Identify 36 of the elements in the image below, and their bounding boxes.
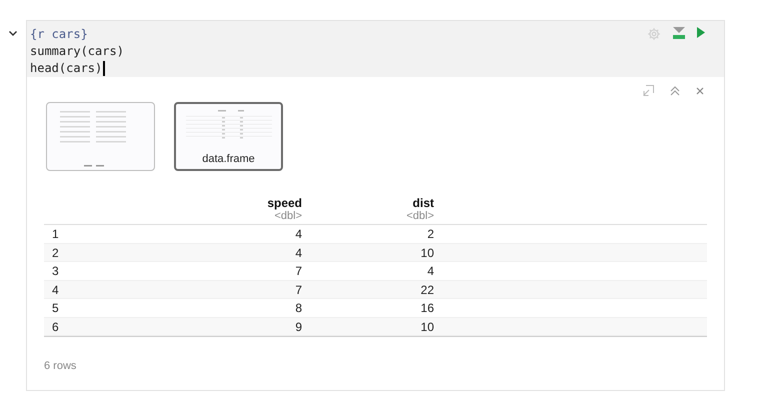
table-cell-text: 16 (420, 300, 434, 317)
row-index: 6 (51, 318, 60, 336)
table-cell-text: 8 (294, 300, 302, 317)
thumbnail-label: data.frame (202, 152, 255, 166)
column-header: speed (267, 197, 302, 210)
output-thumbnail[interactable] (46, 102, 155, 171)
code-line: summary(cars) (30, 43, 124, 60)
play-icon[interactable] (697, 27, 705, 38)
chevron-icon[interactable] (8, 28, 18, 38)
table-cell-text: 22 (420, 282, 434, 298)
row-index: 3 (51, 263, 60, 280)
column-type: <dbl> (406, 210, 434, 222)
table-cell-text: 9 (294, 318, 302, 336)
column-type: <dbl> (274, 210, 302, 222)
table-cell-text: 10 (420, 318, 434, 336)
row-index: 2 (51, 244, 60, 262)
row-index: 1 (51, 226, 60, 243)
collapse-icon[interactable] (670, 86, 680, 96)
table-cell-text: 4 (294, 244, 302, 262)
row-index: 4 (51, 282, 60, 298)
run-above-icon[interactable] (673, 27, 685, 40)
table-cell-text: 4 (294, 226, 302, 243)
expand-output-icon[interactable] (643, 85, 654, 96)
chunk-header: {r cars} (30, 26, 88, 43)
table-cell-text: 7 (294, 282, 302, 298)
code-editor[interactable]: {r cars} summary(cars) head(cars) (27, 21, 724, 77)
table-cell-text: 2 (426, 226, 434, 243)
column-header: dist (412, 197, 434, 210)
row-index: 5 (51, 300, 60, 317)
output-thumbnail[interactable]: data.frame (174, 102, 283, 171)
row-count: 6 rows (44, 360, 76, 372)
close-icon[interactable] (696, 86, 704, 94)
table-cell-text: 10 (420, 244, 434, 262)
table-cell-text: 4 (426, 263, 434, 280)
code-line: head(cars) (30, 60, 102, 77)
table-cell-text: 7 (294, 263, 302, 280)
